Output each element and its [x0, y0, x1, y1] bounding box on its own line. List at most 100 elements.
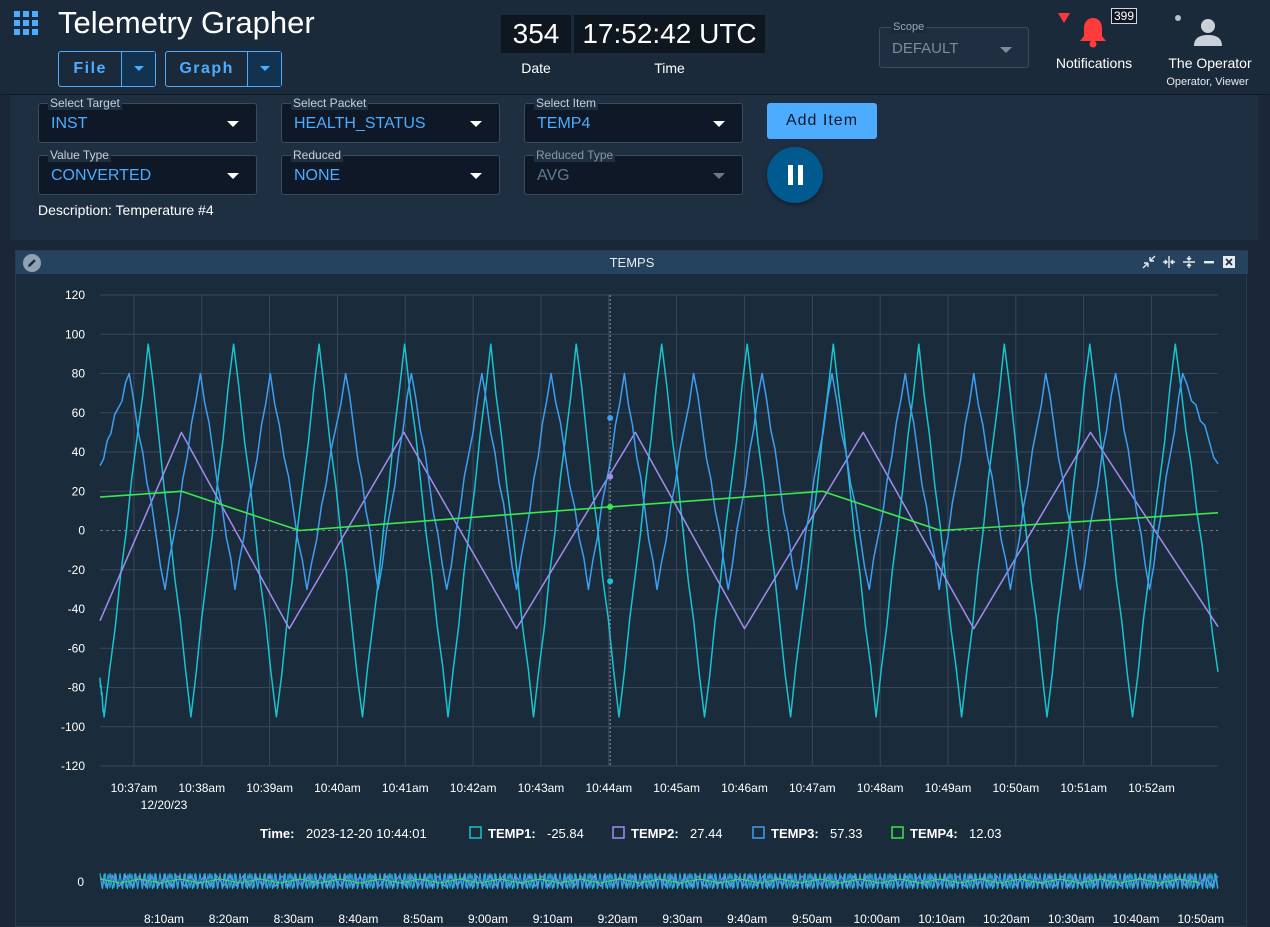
y-tick-label: -120	[61, 759, 85, 773]
series-line-temp3	[99, 372, 1219, 591]
overview-y-tick: 0	[77, 875, 84, 889]
y-tick-label: 20	[72, 484, 86, 498]
select-value-type[interactable]: Value Type CONVERTED	[38, 149, 257, 195]
x-tick-label: 10:44am	[585, 781, 632, 795]
select-item-label: Select Item	[534, 96, 599, 110]
close-icon[interactable]	[1222, 255, 1236, 269]
overview-x-tick-label: 10:10am	[918, 912, 965, 926]
legend-series-name: TEMP2:	[631, 826, 679, 841]
select-item-value: TEMP4	[537, 115, 591, 132]
cursor-point-temp1	[607, 578, 614, 585]
expand-width-icon[interactable]	[1162, 255, 1176, 269]
overview-x-tick-label: 10:50am	[1177, 912, 1224, 926]
pause-icon	[787, 165, 793, 185]
reduced-value: NONE	[294, 167, 341, 184]
select-packet-value: HEALTH_STATUS	[294, 115, 426, 132]
scope-label: Scope	[891, 21, 927, 33]
y-tick-label: 60	[72, 406, 86, 420]
graph-menu-label[interactable]: Graph	[166, 52, 249, 86]
x-tick-label: 10:47am	[789, 781, 836, 795]
value-type-value: CONVERTED	[51, 167, 152, 184]
minimize-icon[interactable]	[1202, 255, 1216, 269]
legend-series-name: TEMP4:	[910, 826, 958, 841]
item-selection-panel: Select Target INST Select Packet HEALTH_…	[10, 95, 1258, 240]
notifications-label: Notifications	[1055, 55, 1133, 71]
legend-swatch	[469, 826, 482, 839]
notifications-button[interactable]: 399 Notifications	[1048, 8, 1140, 78]
select-packet[interactable]: Select Packet HEALTH_STATUS	[281, 97, 500, 143]
chevron-down-icon	[470, 173, 482, 179]
graph-menu-button[interactable]: Graph	[165, 51, 282, 87]
overview-x-tick-label: 10:40am	[1113, 912, 1160, 926]
notification-count-badge: 399	[1111, 8, 1138, 24]
legend-time-label: Time:	[260, 826, 294, 841]
x-axis-date-label: 12/20/23	[141, 798, 188, 812]
chevron-down-icon	[1000, 47, 1012, 53]
y-tick-label: 0	[78, 524, 85, 538]
cursor-point-temp4	[607, 503, 614, 510]
legend-item-temp3[interactable]: TEMP3: 57.33	[752, 826, 863, 841]
date-label: Date	[521, 60, 551, 76]
select-target[interactable]: Select Target INST	[38, 97, 257, 143]
add-item-button[interactable]: Add Item	[767, 103, 877, 139]
legend-item-temp1[interactable]: TEMP1: -25.84	[469, 826, 584, 841]
select-reduced[interactable]: Reduced NONE	[281, 149, 500, 195]
overview-x-tick-label: 8:50am	[403, 912, 443, 926]
select-item[interactable]: Select Item TEMP4	[524, 97, 743, 143]
user-avatar-icon[interactable]	[1192, 17, 1224, 47]
apps-grid-icon[interactable]	[14, 11, 38, 35]
alert-triangle-icon	[1058, 13, 1070, 23]
user-roles: Operator, Viewer	[1166, 76, 1249, 88]
x-tick-label: 10:51am	[1060, 781, 1107, 795]
legend-series-value: 27.44	[690, 826, 723, 841]
overview-strip[interactable]: 0 8:10am 8:20am 8:30am 8:40am 8:50am 9:00am 9:…	[77, 872, 1224, 926]
file-menu-button[interactable]: File	[58, 51, 156, 87]
legend-series-value: 57.33	[830, 826, 863, 841]
user-menu[interactable]: The Operator Operator, Viewer	[1160, 10, 1260, 90]
date-display: 354	[501, 15, 571, 53]
bell-icon[interactable]	[1078, 16, 1108, 48]
overview-x-tick-label: 8:30am	[274, 912, 314, 926]
x-tick-label: 10:38am	[178, 781, 225, 795]
scope-select[interactable]: Scope DEFAULT	[879, 21, 1029, 68]
chevron-down-icon	[713, 121, 725, 127]
overview-x-tick-label: 9:50am	[792, 912, 832, 926]
y-tick-label: 40	[72, 445, 86, 459]
overview-x-tick-label: 10:30am	[1048, 912, 1095, 926]
legend-item-temp4[interactable]: TEMP4: 12.03	[891, 826, 1002, 841]
overview-x-tick-label: 9:00am	[468, 912, 508, 926]
select-reduced-type: Reduced Type AVG	[524, 149, 743, 195]
cursor-point-temp3	[607, 414, 614, 421]
expand-height-icon[interactable]	[1182, 255, 1196, 269]
legend-item-temp2[interactable]: TEMP2: 27.44	[612, 826, 723, 841]
x-tick-label: 10:43am	[518, 781, 565, 795]
value-type-label: Value Type	[48, 148, 111, 162]
cursor-legend: Time: 2023-12-20 10:44:01 TEMP1: -25.84 TE…	[260, 826, 1002, 841]
chevron-down-icon[interactable]	[122, 52, 155, 86]
overview-x-tick-label: 10:00am	[853, 912, 900, 926]
x-tick-label: 10:46am	[721, 781, 768, 795]
y-tick-label: 80	[72, 367, 86, 381]
graph-panel: TEMPS 120 100 80 60 40 20 0 -20 -40 -60 -80 -100 -12…	[15, 250, 1248, 927]
overview-x-tick-label: 9:30am	[662, 912, 702, 926]
app-header: Telemetry Grapher File Graph 354 17:52:4…	[0, 0, 1270, 95]
select-target-value: INST	[51, 115, 88, 132]
x-tick-label: 10:40am	[314, 781, 361, 795]
file-menu-label[interactable]: File	[59, 52, 123, 86]
x-axis-ticks: 10:37am 10:38am 10:39am 10:40am 10:41am 10:42…	[111, 781, 1175, 795]
pause-button[interactable]	[767, 147, 823, 203]
y-axis-ticks: 120 100 80 60 40 20 0 -20 -40 -60 -80 -100 -120	[61, 288, 85, 773]
chevron-down-icon[interactable]	[248, 52, 281, 86]
app-title: Telemetry Grapher	[58, 5, 315, 40]
overview-x-tick-label: 8:40am	[338, 912, 378, 926]
chevron-down-icon	[470, 121, 482, 127]
telemetry-chart[interactable]: 120 100 80 60 40 20 0 -20 -40 -60 -80 -100 -120 10:3…	[16, 274, 1248, 927]
x-tick-label: 10:45am	[653, 781, 700, 795]
select-packet-label: Select Packet	[291, 96, 369, 110]
reduced-type-value: AVG	[537, 167, 570, 184]
x-tick-label: 10:48am	[857, 781, 904, 795]
user-name: The Operator	[1168, 55, 1252, 71]
collapse-icon[interactable]	[1142, 255, 1156, 269]
series-line-temp4	[99, 490, 1219, 532]
chevron-down-icon	[227, 173, 239, 179]
